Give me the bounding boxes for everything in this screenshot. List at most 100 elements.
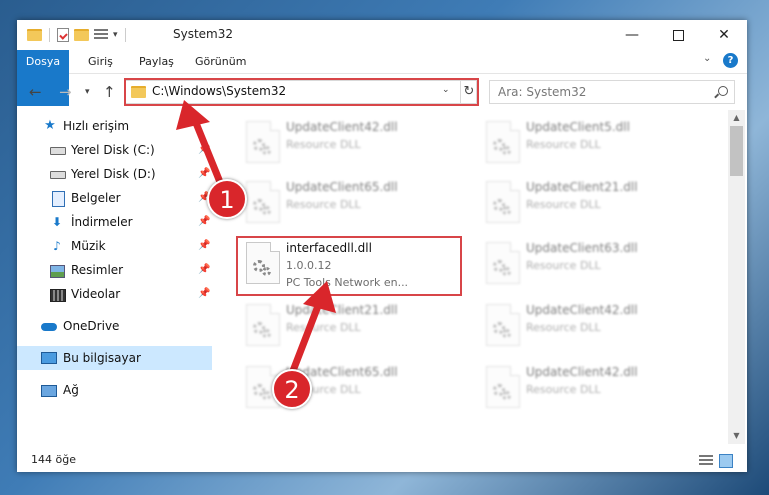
file-item[interactable]: UpdateClient42.dll Resource DLL (476, 298, 706, 354)
navigation-pane: ★ Hızlı erişim Yerel Disk (C:) 📌 Yerel D… (17, 110, 212, 440)
tab-share[interactable]: Paylaş (139, 50, 174, 73)
search-icon[interactable] (718, 86, 728, 96)
cloud-icon (41, 323, 57, 331)
file-item[interactable]: UpdateClient65.dll Resource DLL (236, 360, 466, 416)
sidebar-item-label: Ağ (63, 383, 79, 397)
file-item[interactable]: UpdateClient65.dll Resource DLL (236, 175, 466, 231)
sidebar-item-label: Hızlı erişim (63, 119, 130, 133)
sidebar-item-label: İndirmeler (71, 215, 133, 229)
pin-icon[interactable]: 📌 (198, 234, 210, 258)
documents-icon (52, 191, 65, 207)
expand-ribbon-chevron-icon[interactable]: ⌄ (703, 53, 711, 64)
scroll-up-icon[interactable]: ▲ (728, 110, 745, 126)
sidebar-item-label: Müzik (71, 239, 106, 253)
search-input[interactable]: Ara: System32 (498, 85, 586, 99)
scroll-thumb[interactable] (730, 126, 743, 176)
pin-icon[interactable]: 📌 (198, 210, 210, 234)
sidebar-item-label: Resimler (71, 263, 124, 277)
maximize-button[interactable] (655, 20, 701, 50)
file-name: UpdateClient42.dll (286, 120, 398, 134)
sidebar-item-label: Videolar (71, 287, 121, 301)
file-item[interactable]: UpdateClient63.dll Resource DLL (476, 236, 706, 292)
file-item[interactable]: UpdateClient42.dll Resource DLL (476, 360, 706, 416)
sidebar-item-label: Yerel Disk (D:) (71, 167, 156, 181)
window-title: System32 (173, 27, 234, 41)
star-icon: ★ (44, 118, 56, 133)
folder-icon (27, 29, 42, 41)
file-item[interactable]: UpdateClient42.dll Resource DLL (236, 115, 466, 171)
file-name: UpdateClient21.dll (286, 303, 398, 317)
new-folder-icon[interactable] (74, 29, 89, 41)
sidebar-item-this-pc[interactable]: Bu bilgisayar (17, 346, 212, 370)
file-item[interactable]: UpdateClient21.dll Resource DLL (236, 298, 466, 354)
up-arrow-icon[interactable]: ↑ (103, 83, 116, 101)
back-arrow-icon[interactable]: ← (29, 83, 42, 101)
download-icon: ⬇ (51, 215, 63, 229)
sidebar-item-pictures[interactable]: Resimler 📌 (17, 258, 212, 282)
pin-icon[interactable]: 📌 (198, 282, 210, 306)
pictures-icon (50, 265, 65, 278)
quick-access-toolbar: ▾ (27, 27, 128, 43)
address-bar-highlight (124, 78, 479, 106)
videos-icon (50, 289, 66, 302)
computer-icon (41, 352, 57, 364)
network-icon (41, 385, 57, 397)
dll-file-icon (246, 304, 280, 346)
status-bar: 144 öğe (17, 448, 747, 472)
music-icon: ♪ (53, 239, 61, 253)
help-button[interactable]: ? (723, 53, 738, 68)
sidebar-item-videos[interactable]: Videolar 📌 (17, 282, 212, 306)
pin-icon[interactable]: 📌 (198, 258, 210, 282)
file-name: UpdateClient5.dll (526, 120, 630, 134)
dll-file-icon (486, 242, 520, 284)
dll-file-icon (246, 181, 280, 223)
sidebar-item-label: Yerel Disk (C:) (71, 143, 155, 157)
sidebar-item-downloads[interactable]: ⬇ İndirmeler 📌 (17, 210, 212, 234)
sidebar-item-documents[interactable]: Belgeler 📌 (17, 186, 212, 210)
tab-home[interactable]: Giriş (88, 50, 113, 73)
customize-toolbar-chevron-icon[interactable]: ▾ (113, 30, 118, 40)
sidebar-item-network[interactable]: Ağ (17, 378, 212, 402)
dll-file-icon (486, 366, 520, 408)
search-box[interactable]: Ara: System32 (489, 80, 735, 104)
file-description: Resource DLL (526, 383, 601, 396)
dll-file-icon (486, 121, 520, 163)
pin-icon[interactable]: 📌 (198, 138, 210, 162)
minimize-button[interactable]: — (609, 20, 655, 50)
details-view-icon[interactable] (699, 455, 713, 465)
sidebar-item-local-disk-c[interactable]: Yerel Disk (C:) 📌 (17, 138, 212, 162)
item-count: 144 öğe (31, 453, 76, 466)
vertical-scrollbar[interactable]: ▲ ▼ (728, 110, 745, 444)
file-description: Resource DLL (286, 138, 361, 151)
forward-arrow-icon[interactable]: → (59, 83, 72, 101)
dll-file-icon (486, 181, 520, 223)
title-bar: ▾ System32 — ✕ (17, 20, 747, 50)
large-icons-view-icon[interactable] (719, 454, 733, 468)
file-item[interactable]: UpdateClient5.dll Resource DLL (476, 115, 706, 171)
dll-file-icon (246, 121, 280, 163)
file-name: UpdateClient21.dll (526, 180, 638, 194)
file-name: UpdateClient63.dll (526, 241, 638, 255)
sidebar-item-local-disk-d[interactable]: Yerel Disk (D:) 📌 (17, 162, 212, 186)
file-name: UpdateClient42.dll (526, 365, 638, 379)
step-badge-1: 1 (207, 179, 247, 219)
dll-file-icon (486, 304, 520, 346)
ribbon: Dosya Giriş Paylaş Görünüm ⌄ ? (17, 50, 747, 106)
pin-icon[interactable]: 📌 (198, 162, 210, 186)
sidebar-item-music[interactable]: ♪ Müzik 📌 (17, 234, 212, 258)
file-item[interactable]: UpdateClient21.dll Resource DLL (476, 175, 706, 231)
scroll-down-icon[interactable]: ▼ (728, 428, 745, 444)
sidebar-item-quick-access[interactable]: ★ Hızlı erişim (17, 114, 212, 138)
sidebar-item-label: Bu bilgisayar (63, 351, 141, 365)
properties-check-icon[interactable] (57, 28, 69, 42)
recent-locations-chevron-icon[interactable]: ▾ (85, 87, 90, 97)
file-description: Resource DLL (286, 198, 361, 211)
drive-icon (50, 171, 66, 179)
tab-view[interactable]: Görünüm (195, 50, 246, 73)
step-badge-2: 2 (272, 369, 312, 409)
sidebar-item-onedrive[interactable]: OneDrive (17, 314, 212, 338)
properties-icon[interactable] (94, 29, 108, 41)
close-button[interactable]: ✕ (701, 20, 747, 50)
file-name: UpdateClient42.dll (526, 303, 638, 317)
drive-icon (50, 147, 66, 155)
